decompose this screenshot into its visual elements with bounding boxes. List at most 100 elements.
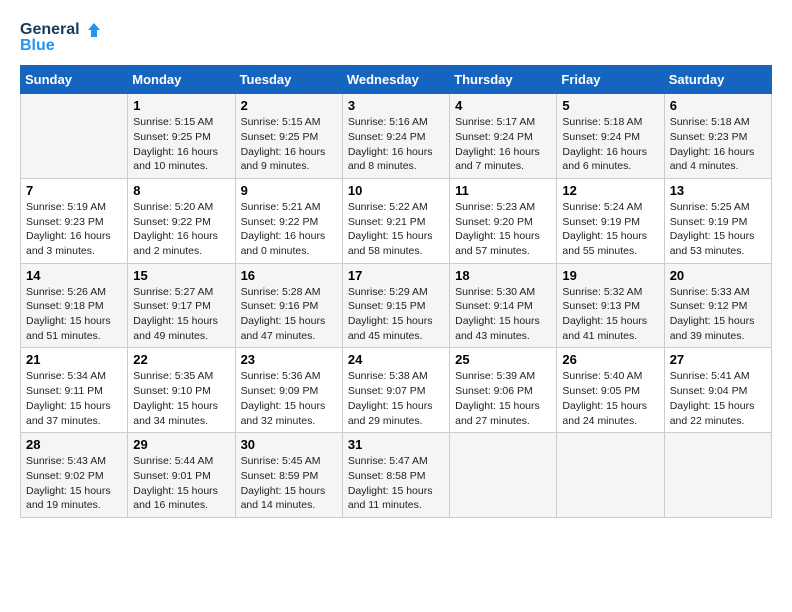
header-monday: Monday <box>128 66 235 94</box>
calendar-cell: 12Sunrise: 5:24 AM Sunset: 9:19 PM Dayli… <box>557 178 664 263</box>
day-info: Sunrise: 5:41 AM Sunset: 9:04 PM Dayligh… <box>670 369 766 428</box>
day-info: Sunrise: 5:17 AM Sunset: 9:24 PM Dayligh… <box>455 115 551 174</box>
day-number: 18 <box>455 268 551 283</box>
day-number: 26 <box>562 352 658 367</box>
calendar-cell: 10Sunrise: 5:22 AM Sunset: 9:21 PM Dayli… <box>342 178 449 263</box>
calendar-cell: 28Sunrise: 5:43 AM Sunset: 9:02 PM Dayli… <box>21 433 128 518</box>
calendar-cell: 13Sunrise: 5:25 AM Sunset: 9:19 PM Dayli… <box>664 178 771 263</box>
day-info: Sunrise: 5:44 AM Sunset: 9:01 PM Dayligh… <box>133 454 229 513</box>
calendar-cell: 17 Sunrise: 5:29 AM Sunset: 9:15 PM Dayli… <box>342 263 449 348</box>
day-info: Sunrise: 5:23 AM Sunset: 9:20 PM Dayligh… <box>455 200 551 259</box>
day-info: Sunrise: 5:22 AM Sunset: 9:21 PM Dayligh… <box>348 200 444 259</box>
calendar-cell: 21 Sunrise: 5:34 AM Sunset: 9:11 PM Dayli… <box>21 348 128 433</box>
day-number: 25 <box>455 352 551 367</box>
day-info: Sunrise: 5:36 AM Sunset: 9:09 PM Dayligh… <box>241 369 337 428</box>
calendar-cell: 16 Sunrise: 5:28 AM Sunset: 9:16 PM Dayli… <box>235 263 342 348</box>
calendar-cell: 31 Sunrise: 5:47 AM Sunset: 8:58 PM Dayli… <box>342 433 449 518</box>
header-thursday: Thursday <box>450 66 557 94</box>
calendar-cell: 30Sunrise: 5:45 AM Sunset: 8:59 PM Dayli… <box>235 433 342 518</box>
logo-container: General Blue <box>20 20 102 55</box>
header-friday: Friday <box>557 66 664 94</box>
day-number: 4 <box>455 98 551 113</box>
day-number: 6 <box>670 98 766 113</box>
calendar-week-row: 21 Sunrise: 5:34 AM Sunset: 9:11 PM Dayli… <box>21 348 772 433</box>
day-info: Sunrise: 5:29 AM Sunset: 9:15 PM Dayligh… <box>348 285 444 344</box>
calendar-cell: 9Sunrise: 5:21 AM Sunset: 9:22 PM Daylig… <box>235 178 342 263</box>
day-info: Sunrise: 5:47 AM Sunset: 8:58 PM Dayligh… <box>348 454 444 513</box>
day-info: Sunrise: 5:27 AM Sunset: 9:17 PM Dayligh… <box>133 285 229 344</box>
calendar-cell: 24 Sunrise: 5:38 AM Sunset: 9:07 PM Dayli… <box>342 348 449 433</box>
calendar-cell: 14 Sunrise: 5:26 AM Sunset: 9:18 PM Dayli… <box>21 263 128 348</box>
calendar-week-row: 7 Sunrise: 5:19 AM Sunset: 9:23 PM Daylig… <box>21 178 772 263</box>
day-info: Sunrise: 5:18 AM Sunset: 9:23 PM Dayligh… <box>670 115 766 174</box>
header-saturday: Saturday <box>664 66 771 94</box>
calendar-cell: 18Sunrise: 5:30 AM Sunset: 9:14 PM Dayli… <box>450 263 557 348</box>
day-number: 14 <box>26 268 122 283</box>
day-number: 27 <box>670 352 766 367</box>
logo: General Blue <box>20 20 102 55</box>
calendar-header-row: SundayMondayTuesdayWednesdayThursdayFrid… <box>21 66 772 94</box>
calendar-cell: 19 Sunrise: 5:32 AM Sunset: 9:13 PM Dayli… <box>557 263 664 348</box>
day-number: 28 <box>26 437 122 452</box>
day-info: Sunrise: 5:16 AM Sunset: 9:24 PM Dayligh… <box>348 115 444 174</box>
day-info: Sunrise: 5:39 AM Sunset: 9:06 PM Dayligh… <box>455 369 551 428</box>
day-number: 11 <box>455 183 551 198</box>
day-info: Sunrise: 5:33 AM Sunset: 9:12 PM Dayligh… <box>670 285 766 344</box>
calendar-cell: 8Sunrise: 5:20 AM Sunset: 9:22 PM Daylig… <box>128 178 235 263</box>
calendar-cell <box>664 433 771 518</box>
day-number: 1 <box>133 98 229 113</box>
calendar-cell: 27 Sunrise: 5:41 AM Sunset: 9:04 PM Dayli… <box>664 348 771 433</box>
day-number: 13 <box>670 183 766 198</box>
day-number: 15 <box>133 268 229 283</box>
day-number: 31 <box>348 437 444 452</box>
day-info: Sunrise: 5:26 AM Sunset: 9:18 PM Dayligh… <box>26 285 122 344</box>
calendar-cell: 5 Sunrise: 5:18 AM Sunset: 9:24 PM Daylig… <box>557 94 664 179</box>
calendar-cell: 20Sunrise: 5:33 AM Sunset: 9:12 PM Dayli… <box>664 263 771 348</box>
day-number: 23 <box>241 352 337 367</box>
day-number: 19 <box>562 268 658 283</box>
day-info: Sunrise: 5:34 AM Sunset: 9:11 PM Dayligh… <box>26 369 122 428</box>
day-number: 22 <box>133 352 229 367</box>
calendar-week-row: 1 Sunrise: 5:15 AM Sunset: 9:25 PM Daylig… <box>21 94 772 179</box>
day-number: 12 <box>562 183 658 198</box>
calendar-cell: 15 Sunrise: 5:27 AM Sunset: 9:17 PM Dayli… <box>128 263 235 348</box>
calendar-week-row: 14 Sunrise: 5:26 AM Sunset: 9:18 PM Dayli… <box>21 263 772 348</box>
day-info: Sunrise: 5:18 AM Sunset: 9:24 PM Dayligh… <box>562 115 658 174</box>
calendar-cell: 2 Sunrise: 5:15 AM Sunset: 9:25 PM Daylig… <box>235 94 342 179</box>
calendar-cell <box>450 433 557 518</box>
day-info: Sunrise: 5:35 AM Sunset: 9:10 PM Dayligh… <box>133 369 229 428</box>
day-info: Sunrise: 5:28 AM Sunset: 9:16 PM Dayligh… <box>241 285 337 344</box>
calendar-cell: 6 Sunrise: 5:18 AM Sunset: 9:23 PM Daylig… <box>664 94 771 179</box>
calendar-week-row: 28Sunrise: 5:43 AM Sunset: 9:02 PM Dayli… <box>21 433 772 518</box>
calendar-table: SundayMondayTuesdayWednesdayThursdayFrid… <box>20 65 772 518</box>
day-info: Sunrise: 5:15 AM Sunset: 9:25 PM Dayligh… <box>133 115 229 174</box>
day-number: 3 <box>348 98 444 113</box>
day-info: Sunrise: 5:19 AM Sunset: 9:23 PM Dayligh… <box>26 200 122 259</box>
day-number: 8 <box>133 183 229 198</box>
logo-arrow-icon <box>82 20 102 40</box>
calendar-cell <box>557 433 664 518</box>
day-number: 24 <box>348 352 444 367</box>
calendar-cell: 25 Sunrise: 5:39 AM Sunset: 9:06 PM Dayli… <box>450 348 557 433</box>
page-header: General Blue <box>20 20 772 55</box>
calendar-cell: 22 Sunrise: 5:35 AM Sunset: 9:10 PM Dayli… <box>128 348 235 433</box>
day-info: Sunrise: 5:45 AM Sunset: 8:59 PM Dayligh… <box>241 454 337 513</box>
calendar-cell: 23 Sunrise: 5:36 AM Sunset: 9:09 PM Dayli… <box>235 348 342 433</box>
day-info: Sunrise: 5:38 AM Sunset: 9:07 PM Dayligh… <box>348 369 444 428</box>
calendar-cell: 3 Sunrise: 5:16 AM Sunset: 9:24 PM Daylig… <box>342 94 449 179</box>
day-number: 16 <box>241 268 337 283</box>
day-number: 2 <box>241 98 337 113</box>
day-info: Sunrise: 5:32 AM Sunset: 9:13 PM Dayligh… <box>562 285 658 344</box>
calendar-cell: 29Sunrise: 5:44 AM Sunset: 9:01 PM Dayli… <box>128 433 235 518</box>
calendar-cell: 11 Sunrise: 5:23 AM Sunset: 9:20 PM Dayli… <box>450 178 557 263</box>
calendar-cell: 26 Sunrise: 5:40 AM Sunset: 9:05 PM Dayli… <box>557 348 664 433</box>
day-info: Sunrise: 5:15 AM Sunset: 9:25 PM Dayligh… <box>241 115 337 174</box>
day-number: 21 <box>26 352 122 367</box>
header-sunday: Sunday <box>21 66 128 94</box>
logo-text-blue: Blue <box>20 36 55 55</box>
day-number: 7 <box>26 183 122 198</box>
day-number: 17 <box>348 268 444 283</box>
day-info: Sunrise: 5:40 AM Sunset: 9:05 PM Dayligh… <box>562 369 658 428</box>
header-tuesday: Tuesday <box>235 66 342 94</box>
day-number: 5 <box>562 98 658 113</box>
